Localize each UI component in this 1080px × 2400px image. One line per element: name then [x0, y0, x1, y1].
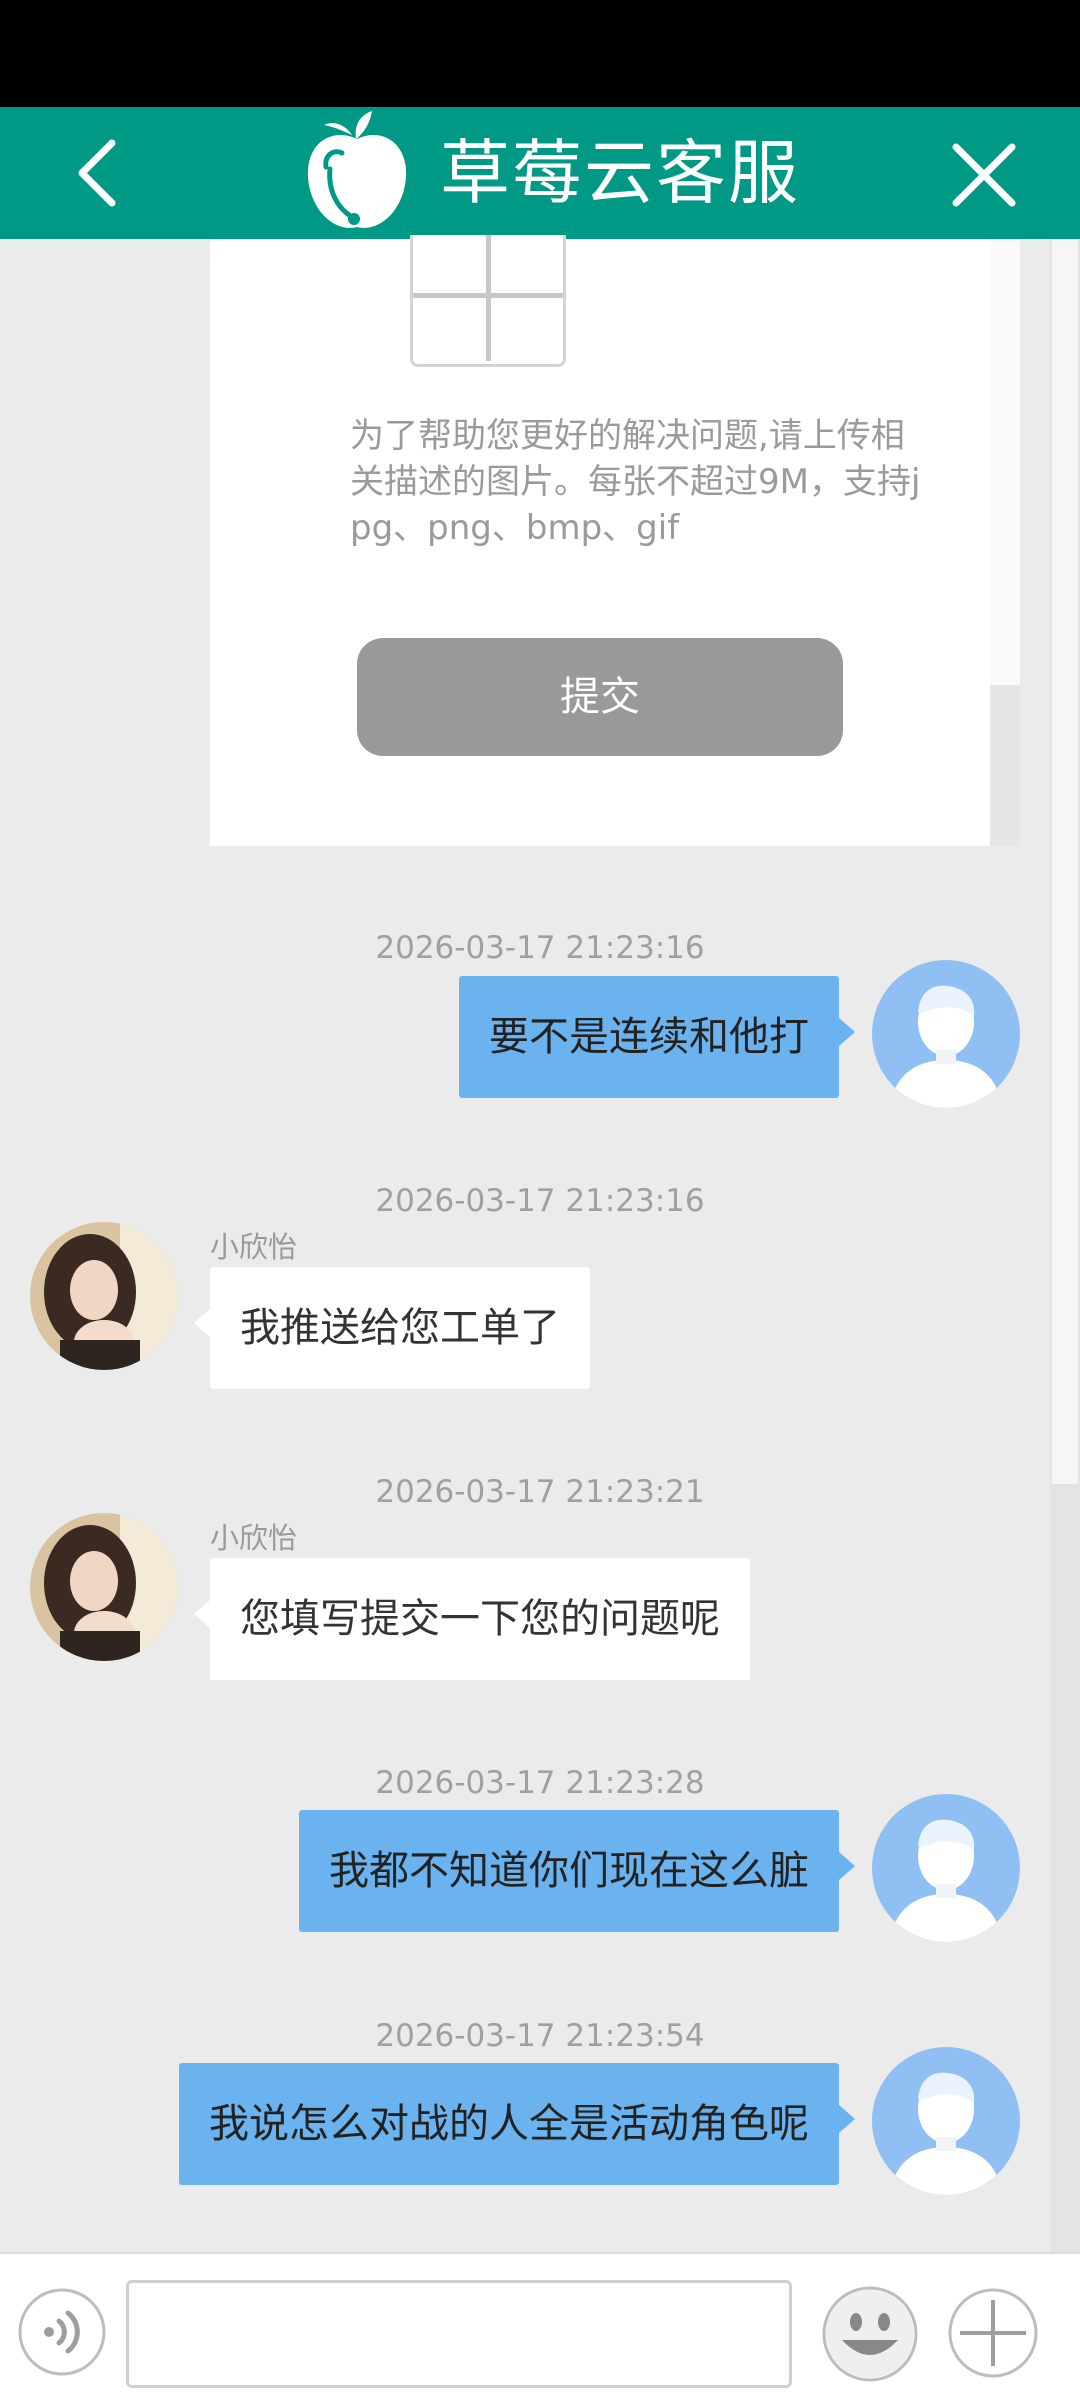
form-scrollbar-thumb[interactable]	[990, 685, 1020, 846]
message-timestamp: 2026-03-17 21:23:16	[375, 1183, 705, 1219]
app-title: 草莓云客服	[440, 132, 800, 214]
plus-icon[interactable]	[946, 2286, 1040, 2380]
agent-name: 小欣怡	[210, 1521, 298, 1555]
scrollbar-thumb[interactable]	[1052, 239, 1078, 1484]
chevron-left-icon[interactable]	[60, 133, 140, 213]
agent-message-bubble[interactable]: 我推送给您工单了	[194, 1267, 590, 1389]
image-upload-button[interactable]	[410, 235, 566, 367]
agent-avatar[interactable]	[30, 1513, 178, 1661]
agent-message-bubble[interactable]: 您填写提交一下您的问题呢	[194, 1558, 750, 1680]
title-bar: 草莓云客服	[0, 107, 1080, 239]
user-avatar[interactable]	[872, 1794, 1020, 1942]
message-timestamp: 2026-03-17 21:23:54	[375, 2018, 705, 2054]
status-bar	[0, 0, 1080, 107]
user-message-bubble[interactable]: 我都不知道你们现在这么脏	[299, 1810, 855, 1932]
user-avatar[interactable]	[872, 960, 1020, 1108]
message-timestamp: 2026-03-17 21:23:21	[375, 1474, 705, 1510]
upload-hint: 为了帮助您更好的解决问题,请上传相关描述的图片。每张不超过9M，支持jpg、pn…	[350, 416, 921, 548]
user-avatar[interactable]	[872, 2047, 1020, 2195]
voice-icon[interactable]	[17, 2287, 107, 2377]
message-timestamp: 2026-03-17 21:23:28	[375, 1765, 705, 1801]
user-message-bubble[interactable]: 要不是连续和他打	[459, 976, 855, 1098]
emoji-icon[interactable]	[820, 2284, 920, 2384]
agent-name: 小欣怡	[210, 1230, 298, 1264]
strawberry-headset-logo	[307, 111, 407, 228]
input-bar	[0, 2252, 1080, 2400]
plus-vertical	[486, 235, 491, 361]
submit-button[interactable]: 提交	[357, 638, 843, 756]
user-message-bubble[interactable]: 我说怎么对战的人全是活动角色呢	[179, 2063, 855, 2185]
message-input[interactable]	[126, 2280, 792, 2388]
close-icon[interactable]	[944, 135, 1024, 215]
agent-avatar[interactable]	[30, 1222, 178, 1370]
message-timestamp: 2026-03-17 21:23:16	[375, 930, 705, 966]
